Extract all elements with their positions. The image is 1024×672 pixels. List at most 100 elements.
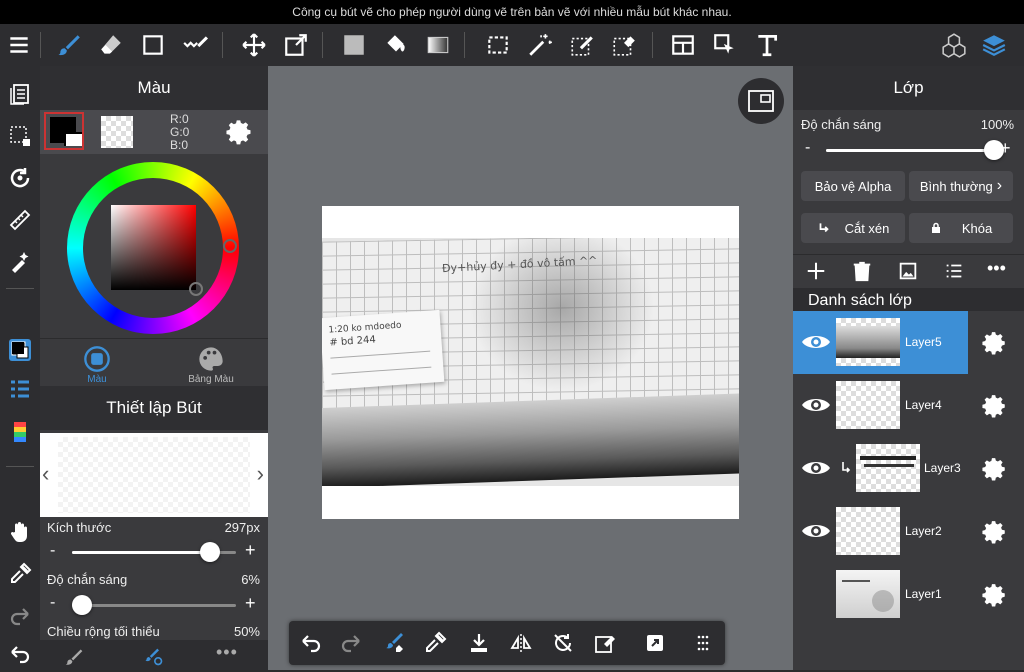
layer-opacity-fill [826,149,994,152]
eye-icon[interactable] [801,520,831,542]
opacity-plus-icon[interactable]: + [245,593,256,614]
layer-list-icon[interactable] [943,260,965,287]
move-tool-icon[interactable] [235,24,273,66]
correction-pen-icon[interactable] [176,24,214,66]
magic-wand-icon[interactable] [521,24,559,66]
blend-mode-button[interactable]: Bình thường › [909,171,1013,201]
next-brush-chevron-icon[interactable]: › [257,461,264,487]
transform-tool-icon[interactable] [277,24,315,66]
fill-color-icon[interactable] [335,24,373,66]
opacity-slider-knob[interactable] [72,595,92,615]
layer-row[interactable]: Layer1 [793,563,1024,626]
redo-side-icon[interactable] [0,598,40,634]
eye-icon[interactable] [801,331,831,353]
redo-icon[interactable] [331,621,371,665]
transparent-color-swatch[interactable] [101,116,133,148]
operation-tool-icon[interactable] [706,24,744,66]
clear-selection-icon[interactable] [585,621,625,665]
layer-opacity-minus-icon[interactable]: - [805,139,810,157]
ruler-icon[interactable] [0,202,40,238]
tooltip-text: Công cụ bút vẽ cho phép người dùng vẽ tr… [292,5,732,19]
size-minus-icon[interactable]: - [50,542,55,560]
layer-settings-gear-icon[interactable] [982,456,1008,482]
save-download-icon[interactable] [459,621,499,665]
delete-layer-icon[interactable] [851,260,873,287]
prev-brush-chevron-icon[interactable]: ‹ [42,461,49,487]
more-options-icon[interactable]: ••• [216,642,238,663]
brush-footer-icon[interactable] [64,647,84,667]
layer-settings-gear-icon[interactable] [982,519,1008,545]
eyedropper-icon[interactable] [0,556,40,592]
layer-opacity-label: Độ chắn sáng [801,117,882,132]
layer-panel: Lớp Độ chắn sáng 100% - + Bảo vệ Alpha B… [793,66,1024,670]
saturation-value-square[interactable] [111,205,196,290]
canvas-area[interactable]: Đy+hủy đy + đồ vô tấm ^^ 1:20 ko mdoedo … [268,66,793,670]
selection-layer-icon[interactable] [0,118,40,154]
clipping-button[interactable]: Cắt xén [801,213,905,243]
size-slider-knob[interactable] [200,542,220,562]
layer-panel-title: Lớp [793,66,1024,110]
eye-icon[interactable] [801,457,831,479]
color-settings-gear-icon[interactable] [226,118,254,151]
brush-tool-icon[interactable] [50,24,88,66]
layer-image-icon[interactable] [897,260,919,287]
lock-button[interactable]: Khóa [909,213,1013,243]
tab-color[interactable]: Màu [40,339,154,387]
size-plus-icon[interactable]: + [245,540,256,561]
eye-icon[interactable] [801,394,831,416]
layer-settings-gear-icon[interactable] [982,582,1008,608]
opacity-slider-track[interactable] [72,604,236,607]
color-swatch-icon[interactable] [0,332,40,368]
hand-tool-icon[interactable] [0,514,40,550]
layer-thumbnail [836,381,900,429]
color-palette-icon[interactable] [0,414,40,450]
select-rect-icon[interactable] [479,24,517,66]
layers-toggle-icon[interactable] [975,24,1013,66]
rotate-canvas-icon[interactable] [0,160,40,196]
brush-settings-footer-icon[interactable] [144,647,164,667]
bucket-tool-icon[interactable] [377,24,415,66]
select-pen-icon[interactable] [563,24,601,66]
drawing-canvas[interactable]: Đy+hủy đy + đồ vô tấm ^^ 1:20 ko mdoedo … [322,206,739,519]
select-eraser-icon[interactable] [605,24,643,66]
hue-handle[interactable] [223,239,237,253]
materials-icon[interactable] [935,24,973,66]
layer-name: Layer5 [905,335,942,349]
flip-horizontal-icon[interactable] [501,621,541,665]
brush-eraser-toggle-icon[interactable] [375,621,415,665]
menu-icon[interactable] [0,24,38,66]
layer-opacity-plus-icon[interactable]: + [1000,138,1011,159]
tab-palette[interactable]: Bảng Màu [154,339,268,387]
share-icon[interactable] [635,621,675,665]
layer-row[interactable]: Layer2 [793,500,1024,563]
brush-panel-footer: ••• [40,640,268,670]
layer-settings-gear-icon[interactable] [982,393,1008,419]
text-tool-icon[interactable] [748,24,786,66]
page-manager-icon[interactable] [0,76,40,112]
fullscreen-toggle-icon[interactable] [738,78,784,124]
shape-tool-icon[interactable] [134,24,172,66]
eyedropper-bottom-icon[interactable] [415,621,455,665]
more-grid-icon[interactable] [683,621,723,665]
brush-list-icon[interactable] [0,372,40,408]
color-swatch-row: R:0 G:0 B:0 [40,110,268,154]
filter-icon[interactable] [0,244,40,280]
eraser-tool-icon[interactable] [92,24,130,66]
layer-row[interactable]: Layer4 [793,374,1024,437]
sv-handle[interactable] [189,282,203,296]
layer-row[interactable]: Layer5 [793,311,968,374]
undo-icon[interactable] [291,621,331,665]
main-color-swatch[interactable] [44,112,84,150]
frame-divider-icon[interactable] [664,24,702,66]
undo-side-icon[interactable] [0,636,40,672]
layer-more-icon[interactable]: ••• [987,258,1006,279]
brush-opacity-value: 6% [241,572,260,587]
rotate-reset-icon[interactable] [543,621,583,665]
layer-settings-gear-icon[interactable] [982,330,1008,356]
alpha-lock-button[interactable]: Bảo vệ Alpha [801,171,905,201]
sticky-note: 1:20 ko mdoedo # bd 244 [322,309,445,391]
opacity-minus-icon[interactable]: - [50,594,55,612]
add-layer-icon[interactable] [805,260,827,287]
gradient-tool-icon[interactable] [419,24,457,66]
layer-row[interactable]: Layer3 [793,437,1024,500]
